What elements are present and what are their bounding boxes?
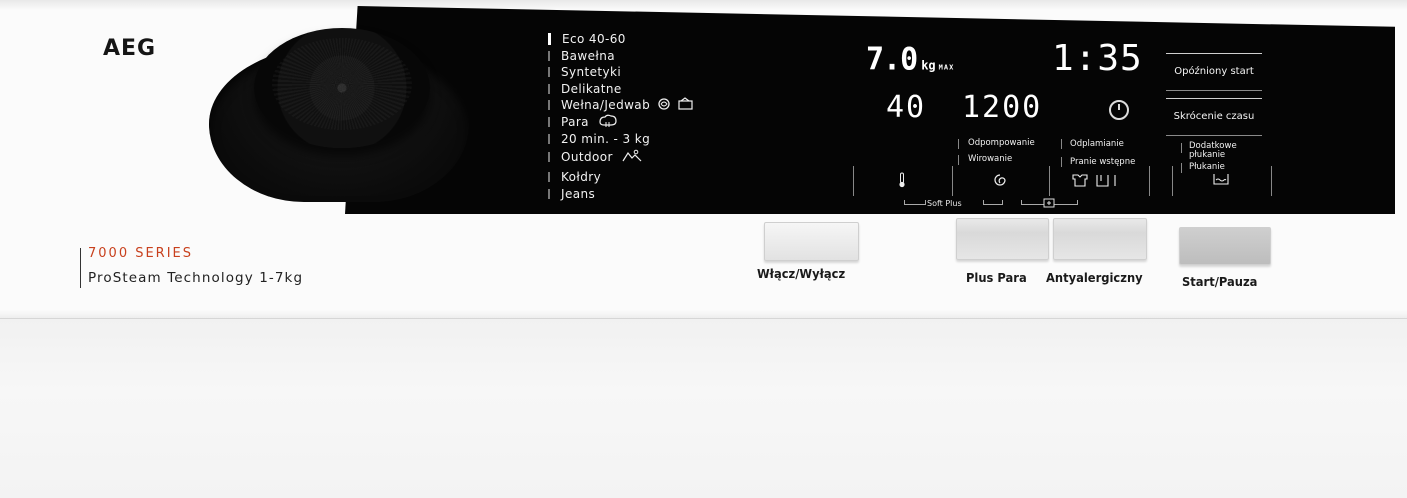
- brand-logo: AEG: [103, 36, 157, 61]
- program-label: Kołdry: [561, 170, 602, 184]
- option-indicator: [1181, 143, 1182, 153]
- option-stain: Odplamianie: [1070, 139, 1124, 149]
- washing-machine-control-panel: AEG Eco 40-60 Bawełna Syntetyki Delikatn…: [0, 0, 1407, 498]
- load-unit: kg: [921, 57, 936, 73]
- start-pause-label: Start/Pauza: [1182, 274, 1258, 289]
- power-label: Włącz/Wyłącz: [757, 266, 846, 281]
- child-lock-icon: [1043, 198, 1055, 211]
- temperature-readout: 40: [886, 90, 927, 125]
- spin-readout: 1200: [962, 90, 1043, 125]
- wool-handwash-icon: [658, 96, 694, 114]
- thermometer-icon: [897, 172, 907, 192]
- program-item: Outdoor: [548, 148, 643, 166]
- soft-plus-bracket: [983, 200, 1003, 205]
- top-edge: [0, 0, 1407, 10]
- program-item: Jeans: [548, 185, 595, 203]
- program-label: Eco 40-60: [562, 32, 626, 46]
- program-label: Bawełna: [561, 49, 615, 63]
- outdoor-icon: [621, 149, 643, 166]
- delay-start-label: Opóźniony start: [1174, 66, 1254, 77]
- program-label: 20 min. - 3 kg: [561, 132, 651, 146]
- steam-icon: [597, 114, 619, 131]
- anti-allergy-label: Antyalergiczny: [1046, 270, 1143, 285]
- time-readout: 1:35: [1052, 38, 1143, 79]
- load-max: MAX: [938, 63, 955, 72]
- program-label: Delikatne: [561, 82, 622, 96]
- program-dial[interactable]: [254, 28, 430, 148]
- plus-steam-button[interactable]: [956, 218, 1049, 260]
- series-technology: ProSteam Technology 1-7kg: [88, 270, 304, 286]
- option-indicator: [1061, 139, 1062, 149]
- option-extra-rinse: Dodatkowe płukanie: [1189, 141, 1237, 160]
- program-label: Jeans: [561, 187, 596, 201]
- stain-prewash-icon: [1070, 172, 1126, 192]
- start-pause-button[interactable]: [1179, 227, 1271, 265]
- soft-plus-bracket: [904, 200, 926, 205]
- program-item: Para: [548, 113, 619, 131]
- program-label: Outdoor: [561, 150, 613, 164]
- option-drain: Odpompowanie: [968, 138, 1035, 148]
- series-divider: [80, 248, 81, 288]
- spin-icon: [992, 172, 1008, 192]
- lcd-display: 7.0 kg MAX 1:35 40 1200: [866, 38, 1146, 132]
- soft-plus-label: Soft Plus: [927, 199, 962, 208]
- program-label: Syntetyki: [561, 65, 622, 79]
- time-saver-button[interactable]: Skrócenie czasu: [1166, 98, 1262, 136]
- program-item: Wełna/Jedwab: [548, 96, 694, 114]
- power-button[interactable]: [764, 222, 859, 261]
- plus-steam-label: Plus Para: [966, 270, 1027, 285]
- rinse-icon: [1212, 172, 1230, 190]
- load-readout: 7.0 kg MAX: [866, 41, 954, 78]
- program-item: 20 min. - 3 kg: [548, 130, 650, 148]
- delay-start-button[interactable]: Opóźniony start: [1166, 53, 1262, 91]
- program-item: Syntetyki: [548, 63, 621, 81]
- anti-allergy-button[interactable]: [1053, 218, 1147, 260]
- load-value: 7.0: [866, 41, 918, 78]
- option-indicator: [958, 155, 959, 165]
- option-spin: Wirowanie: [968, 154, 1013, 164]
- option-indicator: [958, 139, 959, 149]
- program-label: Para: [561, 115, 589, 129]
- series-name: 7000 SERIES: [88, 246, 194, 261]
- timer-icon: [1109, 100, 1129, 120]
- machine-lid: [0, 318, 1407, 498]
- program-label: Wełna/Jedwab: [561, 98, 651, 112]
- time-saver-label: Skrócenie czasu: [1173, 111, 1255, 122]
- program-item: Kołdry: [548, 168, 601, 186]
- program-item: Eco 40-60: [548, 30, 626, 48]
